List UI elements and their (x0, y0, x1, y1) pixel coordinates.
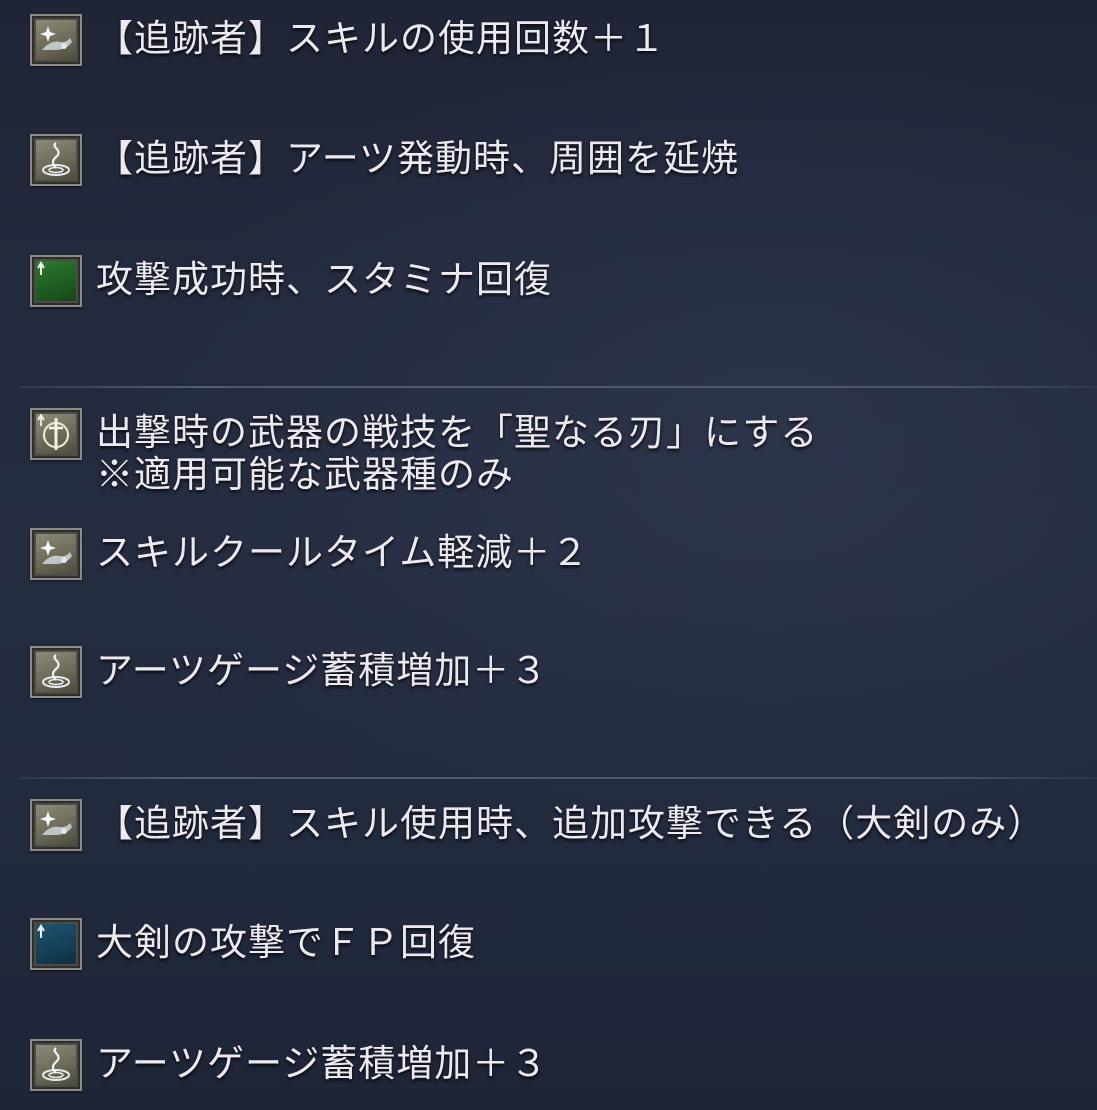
divider (20, 386, 1097, 388)
arts-icon (30, 1039, 82, 1091)
effect-row: アーツゲージ蓄積増加＋３ (30, 1039, 548, 1091)
effect-row: スキルクールタイム軽減＋２ (30, 528, 589, 580)
effect-row: 【追跡者】アーツ発動時、周囲を延焼 (30, 134, 739, 186)
effect-row: アーツゲージ蓄積増加＋３ (30, 646, 548, 698)
effect-row: 攻撃成功時、スタミナ回復 (30, 255, 552, 307)
effect-row: 出撃時の武器の戦技を「聖なる刃」にする ※適用可能な武器種のみ (30, 408, 818, 496)
effect-text: スキルクールタイム軽減＋２ (96, 531, 590, 574)
effect-note-text: ※適用可能な武器種のみ (96, 453, 514, 496)
effect-text: 【追跡者】アーツ発動時、周囲を延焼 (96, 137, 740, 180)
effect-row: 【追跡者】スキルの使用回数＋１ (30, 14, 666, 66)
skill-icon (30, 799, 82, 851)
effect-row: 大剣の攻撃でＦＰ回復 (30, 918, 476, 970)
skill-icon (30, 528, 82, 580)
divider (20, 777, 1097, 779)
effect-text: アーツゲージ蓄積増加＋３ (96, 1042, 549, 1085)
effect-main-text: 出撃時の武器の戦技を「聖なる刃」にする (96, 411, 819, 454)
effect-text: 攻撃成功時、スタミナ回復 (96, 258, 552, 301)
relic-effect-list: 【追跡者】スキルの使用回数＋１ 【追跡者】アーツ発動時、周囲を延焼 攻撃成功時、… (0, 0, 1097, 1110)
effect-row: 【追跡者】スキル使用時、追加攻撃できる（大剣のみ） (30, 799, 1045, 851)
fp-up-icon (30, 918, 82, 970)
effect-text: アーツゲージ蓄積増加＋３ (96, 649, 549, 692)
effect-text: 【追跡者】スキル使用時、追加攻撃できる（大剣のみ） (96, 802, 1046, 845)
stamina-up-icon (30, 255, 82, 307)
arts-icon (30, 134, 82, 186)
skill-icon (30, 14, 82, 66)
effect-text: 【追跡者】スキルの使用回数＋１ (96, 17, 666, 60)
arts-icon (30, 646, 82, 698)
effect-text: 出撃時の武器の戦技を「聖なる刃」にする ※適用可能な武器種のみ (96, 408, 818, 496)
weapon-skill-icon (30, 408, 82, 460)
effect-text: 大剣の攻撃でＦＰ回復 (96, 921, 476, 964)
